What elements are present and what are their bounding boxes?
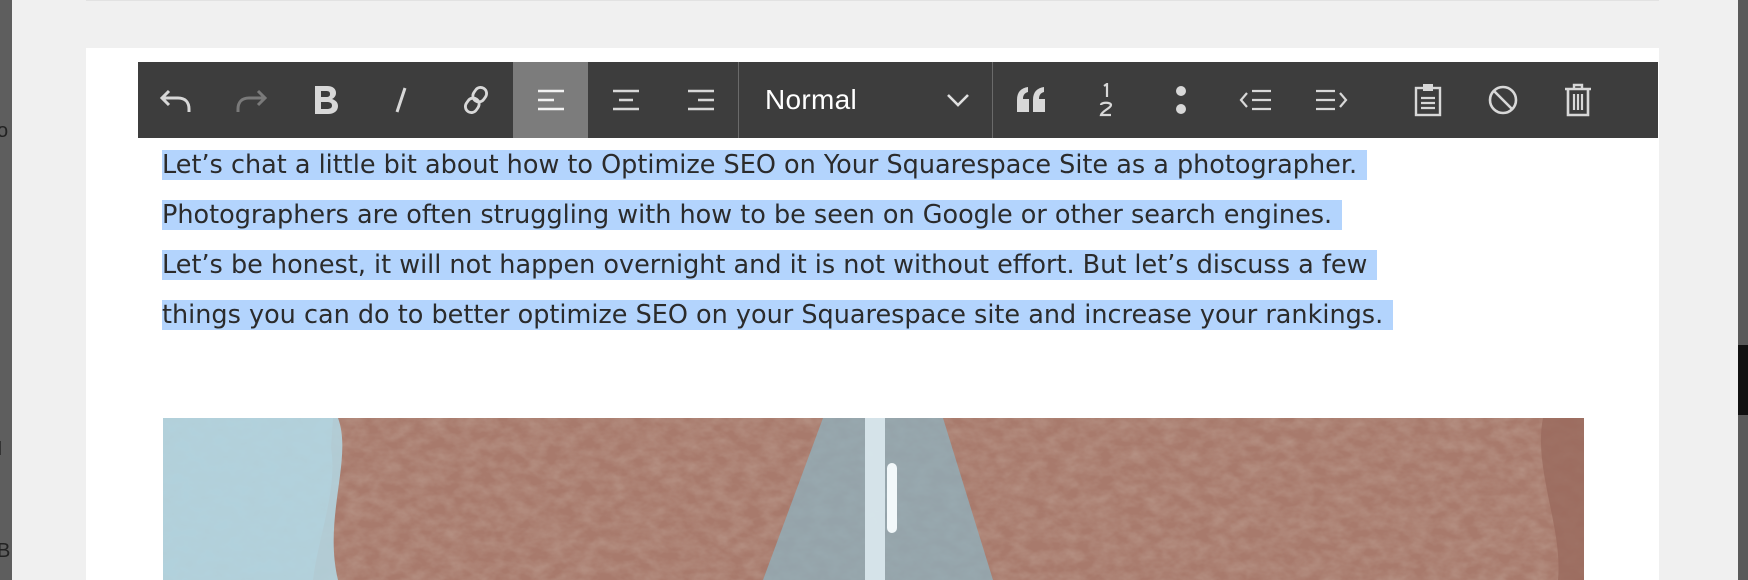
- block-format-select[interactable]: Normal: [739, 62, 992, 138]
- selected-text: things you can do to better optimize SEO…: [162, 300, 1394, 330]
- paste-button[interactable]: [1390, 62, 1465, 138]
- bold-button[interactable]: [288, 62, 363, 138]
- selected-text: Let’s chat a little bit about how to Opt…: [162, 150, 1368, 180]
- align-center-button[interactable]: [588, 62, 663, 138]
- gutter-glyph: I: [0, 438, 3, 461]
- delete-button[interactable]: [1540, 62, 1615, 138]
- side-tab[interactable]: [1738, 345, 1748, 415]
- brick-wall-photo: [163, 418, 1584, 580]
- paragraph-line: things you can do to better optimize SEO…: [162, 290, 1582, 340]
- align-left-button[interactable]: [513, 62, 588, 138]
- align-right-button[interactable]: [663, 62, 738, 138]
- quote-icon: [1016, 87, 1045, 112]
- indent-button[interactable]: [1293, 62, 1368, 138]
- paragraph-line: Photographers are often struggling with …: [162, 190, 1582, 240]
- align-right-icon: [687, 89, 714, 111]
- background-app-edge: o I B: [0, 0, 12, 580]
- redo-icon: [236, 89, 267, 112]
- right-edge: [1738, 0, 1748, 580]
- italic-button[interactable]: [363, 62, 438, 138]
- paragraph-line: Let’s be honest, it will not happen over…: [162, 240, 1582, 290]
- align-center-icon: [612, 89, 639, 111]
- gutter-glyph: o: [0, 120, 9, 142]
- link-button[interactable]: [438, 62, 513, 138]
- prohibited-icon: [1488, 85, 1517, 115]
- previous-block-edge: [86, 0, 1659, 1]
- text-format-toolbar: Normal: [138, 62, 1658, 138]
- image-block[interactable]: [163, 418, 1584, 580]
- bold-icon: [314, 86, 338, 114]
- ordered-list-button[interactable]: [1068, 62, 1143, 138]
- blockquote-button[interactable]: [993, 62, 1068, 138]
- trash-icon: [1564, 83, 1591, 117]
- outdent-icon: [1239, 89, 1271, 111]
- undo-button[interactable]: [138, 62, 213, 138]
- undo-icon: [159, 89, 190, 112]
- gutter-glyph: B: [0, 540, 11, 562]
- clipboard-icon: [1414, 84, 1441, 117]
- align-left-icon: [537, 89, 564, 111]
- outdent-button[interactable]: [1218, 62, 1293, 138]
- selected-text: Let’s be honest, it will not happen over…: [162, 250, 1378, 280]
- selected-text: Photographers are often struggling with …: [162, 200, 1343, 230]
- clear-formatting-button[interactable]: [1465, 62, 1540, 138]
- chevron-down-icon: [947, 94, 969, 107]
- paragraph-line: Let’s chat a little bit about how to Opt…: [162, 140, 1582, 190]
- link-icon: [463, 86, 488, 114]
- bullet-list-button[interactable]: [1143, 62, 1218, 138]
- bullet-list-icon: [1175, 86, 1186, 114]
- indent-icon: [1315, 89, 1347, 111]
- redo-button[interactable]: [213, 62, 288, 138]
- text-block[interactable]: Let’s chat a little bit about how to Opt…: [162, 140, 1582, 340]
- ordered-list-icon: [1099, 83, 1112, 117]
- block-format-value: Normal: [765, 84, 858, 115]
- italic-icon: [395, 87, 406, 113]
